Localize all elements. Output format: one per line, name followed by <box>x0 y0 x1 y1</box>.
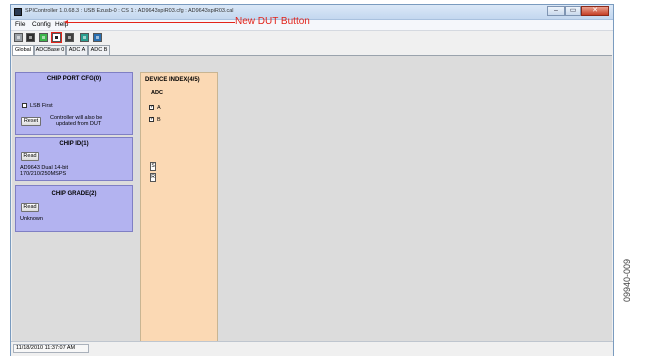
close-button[interactable]: ✕ <box>581 6 609 16</box>
maximize-button[interactable]: ▭ <box>565 6 581 16</box>
toolbar-button-cut[interactable] <box>14 33 23 42</box>
panel-title: CHIP ID(1) <box>59 141 89 147</box>
tab-adcbase-0[interactable]: ADCBase 0 <box>34 45 66 55</box>
chip-grade-read-button[interactable]: Read <box>21 203 39 212</box>
new-dut-icon <box>55 36 58 39</box>
chip-grade-value: Unknown <box>20 216 43 222</box>
set-button[interactable]: S <box>150 162 156 171</box>
chip-grade-panel: CHIP GRADE(2) Read Unknown <box>15 185 133 232</box>
tab-global[interactable]: Global <box>12 45 34 55</box>
chip-id-value-line-2: 170/210/250MSPS <box>20 171 67 177</box>
cut-icon <box>17 36 20 39</box>
toolbar-button-save[interactable] <box>26 33 35 42</box>
toolbar-button-reload[interactable] <box>65 33 74 42</box>
chip-id-panel: CHIP ID(1) Read AD9643 Dual 14-bit 170/2… <box>15 137 133 181</box>
save-icon <box>29 36 32 39</box>
reset-button[interactable]: Reset <box>21 117 41 126</box>
device-index-panel: DEVICE INDEX(4/5) ADC ✓ A ✓ B S R <box>140 72 218 342</box>
maximize-icon: ▭ <box>569 7 577 14</box>
settings-icon <box>96 36 99 39</box>
panel-title: CHIP PORT CFG(0) <box>46 76 102 82</box>
reset-note-line-2: updated from DUT <box>56 121 102 127</box>
minimize-button[interactable]: – <box>547 6 565 16</box>
adc-group-label: ADC <box>151 90 163 96</box>
tab-adc-b[interactable]: ADC B <box>88 45 110 55</box>
panel-title: CHIP GRADE(2) <box>51 191 97 197</box>
tab-adc-a[interactable]: ADC A <box>66 45 88 55</box>
toolbar-button-open-config[interactable] <box>39 33 48 42</box>
adc-b-checkbox[interactable]: ✓ <box>149 117 154 122</box>
menu-config[interactable]: Config <box>32 21 51 29</box>
chip-info-icon <box>83 36 86 39</box>
toolbar <box>11 31 613 44</box>
status-timestamp: 11/18/2010 11:37:07 AM <box>13 344 89 353</box>
open-config-icon <box>42 36 45 39</box>
adc-a-label: A <box>157 105 161 111</box>
status-bar: 11/18/2010 11:37:07 AM <box>11 341 613 356</box>
read-button[interactable]: R <box>150 173 156 182</box>
chip-port-cfg-panel: CHIP PORT CFG(0) LSB First Reset Control… <box>15 72 133 135</box>
reload-icon <box>68 36 71 39</box>
tab-content: CHIP PORT CFG(0) LSB First Reset Control… <box>12 55 612 342</box>
lsb-first-checkbox[interactable] <box>22 103 27 108</box>
lsb-first-label: LSB First <box>30 103 53 109</box>
adc-b-label: B <box>157 117 161 123</box>
device-index-title: DEVICE INDEX(4/5) <box>145 77 200 83</box>
menu-file[interactable]: File <box>15 21 25 29</box>
window-title: SPIController 1.0.68.3 : USB Ezusb-0 : C… <box>25 8 234 14</box>
app-icon <box>14 8 22 16</box>
chip-id-read-button[interactable]: Read <box>21 152 39 161</box>
annotation-arrow <box>64 20 235 24</box>
app-window: SPIController 1.0.68.3 : USB Ezusb-0 : C… <box>10 4 614 356</box>
adc-a-checkbox[interactable]: ✓ <box>149 105 154 110</box>
toolbar-button-chip-info[interactable] <box>80 33 89 42</box>
toolbar-button-settings[interactable] <box>93 33 102 42</box>
figure-id: 09940-009 <box>622 258 632 302</box>
title-bar: SPIController 1.0.68.3 : USB Ezusb-0 : C… <box>11 5 613 20</box>
new-dut-button[interactable] <box>51 32 62 43</box>
minimize-icon: – <box>554 7 558 14</box>
close-icon: ✕ <box>592 7 598 14</box>
annotation-label: New DUT Button <box>235 16 310 27</box>
